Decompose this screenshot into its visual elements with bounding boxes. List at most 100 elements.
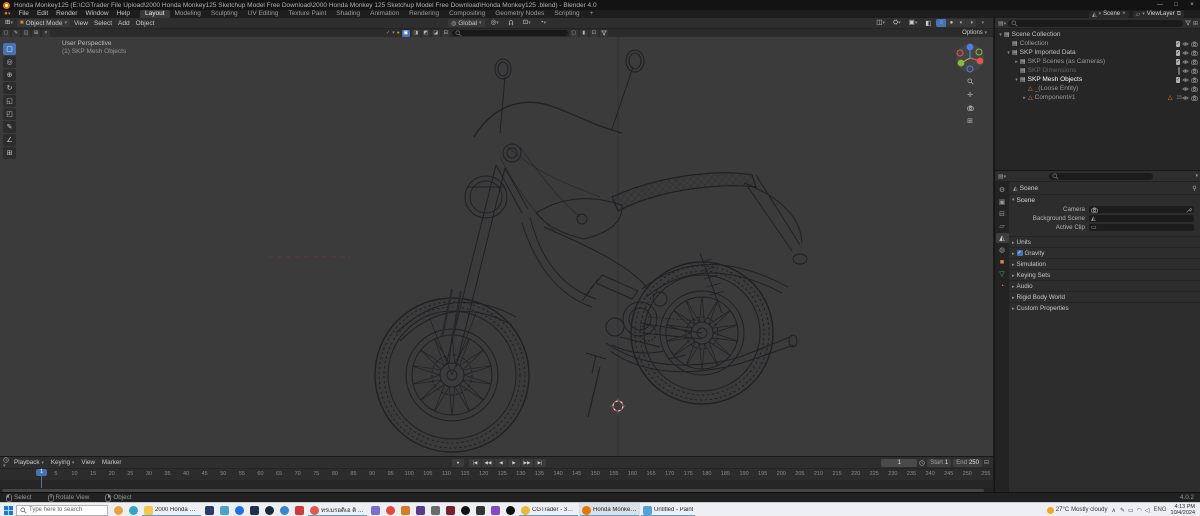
shading-material-button[interactable]: ◐ — [956, 19, 967, 27]
volume-icon[interactable]: ◁ — [1145, 507, 1150, 514]
folder-teal-taskbar-button[interactable] — [217, 503, 232, 516]
select-box-tool-button[interactable]: ▢ — [3, 43, 16, 55]
pan-icon[interactable]: ✛ — [964, 89, 976, 100]
clock[interactable]: 4:13 PM 10/4/2024 — [1171, 504, 1195, 516]
checkbox-icon[interactable]: ✓ — [1175, 58, 1180, 65]
panel-keying-sets[interactable]: ▸ Keying Sets — [1009, 269, 1200, 280]
outliner-editor-icon[interactable]: ▤▾ — [998, 20, 1006, 27]
orientation-dropdown[interactable]: ◍ Global ▾ — [448, 19, 485, 27]
chrome-taskbar-button[interactable] — [383, 503, 398, 516]
keying-clock-icon[interactable] — [919, 459, 925, 466]
transform-tool-button[interactable]: ◰ — [3, 108, 16, 120]
camera-icon[interactable] — [1191, 95, 1198, 101]
brush-icon[interactable]: ✎ — [12, 29, 20, 37]
tool-search-field[interactable] — [451, 29, 568, 37]
topbar-menu-edit[interactable]: Edit — [33, 10, 52, 18]
file-explorer-taskbar-button[interactable]: 2000 Honda Monke... — [141, 503, 202, 516]
workspace-tab-rendering[interactable]: Rendering — [404, 10, 444, 18]
auto-keying-toggle[interactable]: ● — [452, 458, 464, 467]
topbar-menu-file[interactable]: File — [14, 10, 32, 18]
viewport-canvas[interactable]: User Perspective (1) SKP Mesh Objects ▢ ◎… — [0, 37, 993, 456]
annotate-tool-button[interactable]: ✎ — [3, 121, 16, 133]
expand-closed-icon[interactable]: ▸ — [1013, 59, 1020, 65]
eye-icon[interactable] — [1182, 86, 1189, 92]
properties-tab-render[interactable]: ▣ — [996, 197, 1009, 207]
camera-icon[interactable] — [1191, 68, 1198, 74]
timeline-menu-keying[interactable]: Keying ▾ — [48, 458, 78, 468]
shading-rendered-button[interactable]: ◑ — [966, 19, 977, 27]
outliner-row[interactable]: ▤ Collection ✓ — [995, 39, 1200, 48]
scene-panel-header[interactable]: ▾ Scene — [1009, 195, 1200, 205]
select-mode-set[interactable]: ▣ — [401, 29, 410, 37]
workspace-tab-uv-editing[interactable]: UV Editing — [243, 10, 284, 18]
eye-icon[interactable] — [1182, 41, 1189, 47]
weather-widget[interactable]: 27°C Mostly cloudy — [1046, 506, 1108, 514]
overlays-dropdown[interactable]: ▣▾ — [906, 18, 921, 28]
new-collection-icon[interactable]: ⊞ — [1193, 20, 1198, 27]
properties-tab-view-layer[interactable]: ▱ — [996, 221, 1009, 231]
start-frame-field[interactable]: Start 1 — [927, 458, 952, 467]
app-navy-taskbar-button[interactable] — [247, 503, 262, 516]
snap-icon[interactable]: ⊞ — [32, 29, 40, 37]
workspace-tab-shading[interactable]: Shading — [331, 10, 365, 18]
shading-wireframe-button[interactable]: ◌ — [936, 19, 947, 27]
viewport-menu-object[interactable]: Object — [133, 19, 158, 28]
viewport-menu-select[interactable]: Select — [91, 19, 115, 28]
properties-tab-object[interactable]: ■ — [996, 257, 1009, 267]
topbar-menu-help[interactable]: Help — [113, 10, 134, 18]
snap-magnet-toggle[interactable] — [505, 20, 517, 26]
panel-simulation[interactable]: ▸ Simulation — [1009, 258, 1200, 269]
blender-menu-icon[interactable]: ●▾ — [0, 10, 14, 18]
filter-c-icon[interactable]: ⊡ — [589, 29, 598, 37]
hidden-icons-chevron[interactable]: ∧ — [1112, 507, 1116, 514]
panel-custom-properties[interactable]: ▸ Custom Properties — [1009, 302, 1200, 313]
app-purple-taskbar-button[interactable] — [413, 503, 428, 516]
workspace-tab-animation[interactable]: Animation — [365, 10, 404, 18]
app-black-circle-taskbar-button[interactable] — [503, 503, 518, 516]
expand-open-icon[interactable]: ▾ — [1005, 50, 1012, 56]
camera-icon[interactable] — [1191, 50, 1198, 56]
scale-tool-button[interactable]: ◱ — [3, 95, 16, 107]
scene-selector[interactable]: ◭ ▾ Scene × — [1088, 10, 1129, 18]
app-blue-orb-taskbar-button[interactable] — [277, 503, 292, 516]
panel-gravity[interactable]: ▸ ✓ Gravity — [1009, 247, 1200, 258]
taskbar-search[interactable]: Type here to search — [16, 504, 108, 516]
background-scene-field[interactable]: ◭ — [1089, 215, 1194, 222]
properties-tab-scene[interactable]: ◭ — [995, 233, 1009, 243]
new-view-layer-icon[interactable]: ⧉ — [1177, 11, 1181, 18]
workspace-tab-compositing[interactable]: Compositing — [444, 10, 490, 18]
expand-closed-icon[interactable]: ▸ — [1021, 95, 1028, 101]
opera-taskbar-button[interactable] — [458, 503, 473, 516]
play-button[interactable]: ▶ — [508, 458, 520, 467]
language-indicator[interactable]: ENG — [1154, 507, 1167, 513]
properties-tab-tool[interactable]: ⚙ — [996, 185, 1009, 195]
steam-taskbar-button[interactable] — [262, 503, 277, 516]
pen-icon[interactable]: ✎ — [1120, 507, 1125, 514]
timeline-ruler[interactable]: 5 10 15 20 25 30 35 40 45 50 55 60 65 70 75 80 85 90 95 100… — [0, 468, 993, 480]
network-icon[interactable]: ◠ — [1137, 507, 1142, 514]
camera-icon[interactable] — [1191, 41, 1198, 47]
next-keyframe-button[interactable]: ▶▶ — [521, 458, 533, 467]
outliner-row[interactable]: ▾ ▤ SKP Mesh Objects ✓ — [995, 75, 1200, 84]
move-tool-button[interactable]: ⊕ — [3, 69, 16, 81]
select-mode-extend[interactable]: ◨ — [411, 29, 420, 37]
camera-view-icon[interactable] — [964, 102, 976, 113]
workspace-tab-sculpting[interactable]: Sculpting — [206, 10, 243, 18]
cursor-tool-button[interactable]: ◎ — [3, 56, 16, 68]
outliner-filter-icon[interactable] — [1184, 20, 1191, 26]
app-charcoal-taskbar-button[interactable] — [473, 503, 488, 516]
chrome-taskbar-button[interactable]: CGTrader - 3D Mo... — [518, 503, 579, 516]
checkbox-icon[interactable]: ✓ — [1175, 49, 1180, 56]
panel-units[interactable]: ▸ Units — [1009, 236, 1200, 247]
paint-taskbar-button[interactable]: Untitled - Paint — [640, 503, 696, 516]
shading-dropdown[interactable]: ▾ — [978, 19, 987, 28]
topbar-menu-render[interactable]: Render — [52, 10, 81, 18]
view-layer-selector[interactable]: ▱ ▾ ViewLayer ⧉ — [1132, 10, 1184, 18]
outliner-row[interactable]: ▸ ▤ SKP Scenes (as Cameras) ✓ — [995, 57, 1200, 66]
edge-legacy-taskbar-button[interactable] — [232, 503, 247, 516]
zoom-icon[interactable] — [964, 76, 976, 87]
gizmos-dropdown[interactable]: ⛭▾ — [890, 18, 904, 28]
app-red-a-taskbar-button[interactable] — [292, 503, 307, 516]
close-icon[interactable]: × — [42, 29, 50, 37]
workspace-tab-modeling[interactable]: Modeling — [170, 10, 206, 18]
